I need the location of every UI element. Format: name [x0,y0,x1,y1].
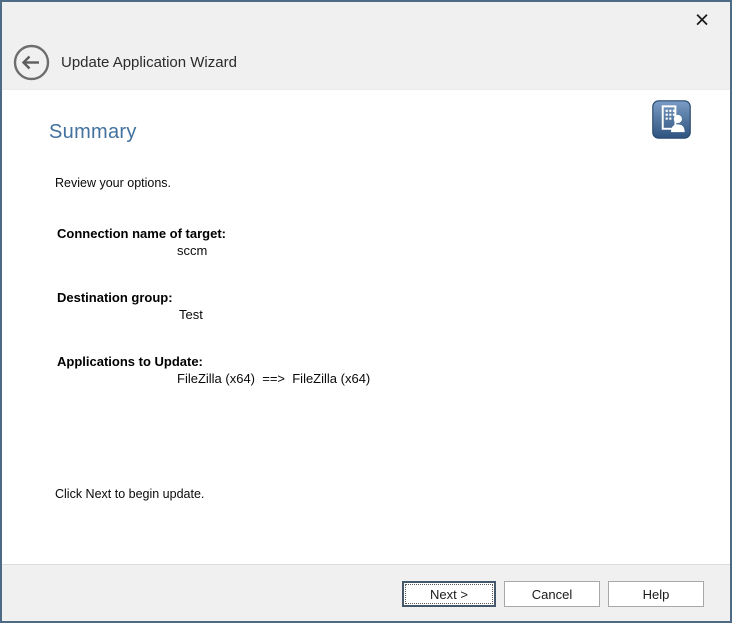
back-button[interactable] [13,44,50,81]
wizard-header: × Update Application Wizard [2,2,730,90]
page-title: Summary [49,121,137,144]
intro-text: Review your options. [55,176,171,190]
wizard-window: × Update Application Wizard Summary [0,0,732,623]
back-arrow-icon [13,44,50,81]
wizard-footer: Next > Cancel Help [2,564,730,621]
header-row: Update Application Wizard [13,44,237,81]
connection-name-value: sccm [177,243,207,258]
close-icon[interactable]: × [688,6,716,34]
destination-group-value: Test [179,307,203,322]
application-with-user-icon [652,100,691,139]
next-hint-text: Click Next to begin update. [55,487,204,501]
applications-to-update-value: FileZilla (x64) ==> FileZilla (x64) [177,371,370,386]
next-button[interactable]: Next > [402,581,496,607]
cancel-button[interactable]: Cancel [504,581,600,607]
connection-name-label: Connection name of target: [57,226,226,241]
help-button[interactable]: Help [608,581,704,607]
wizard-title: Update Application Wizard [61,54,237,71]
destination-group-label: Destination group: [57,290,173,305]
applications-to-update-label: Applications to Update: [57,354,203,369]
summary-page: Summary Review your options. C [2,90,730,564]
